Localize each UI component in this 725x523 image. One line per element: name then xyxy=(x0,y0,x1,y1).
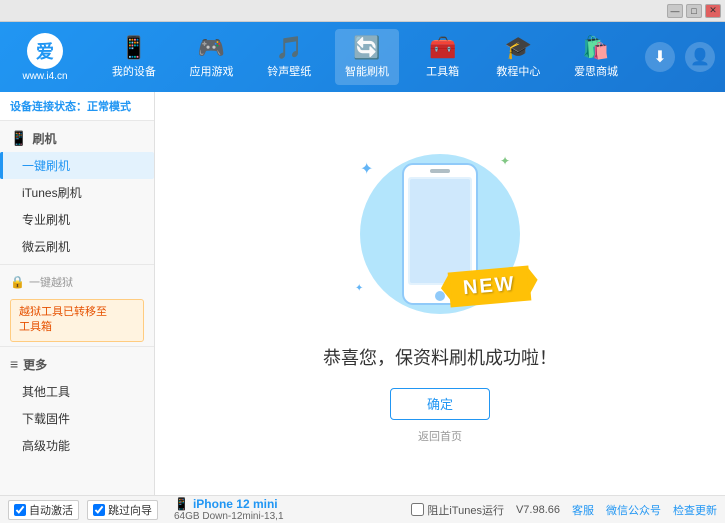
bottom-left: 自动激活 跳过向导 📱 iPhone 12 mini 64GB Down-12m… xyxy=(8,497,284,522)
window-controls: — □ ✕ xyxy=(667,4,721,18)
more-section-header: ≡ 更多 xyxy=(0,351,154,378)
nav-mall[interactable]: 🛍️ 爱思商城 xyxy=(564,29,628,85)
ringtones-label: 铃声壁纸 xyxy=(267,63,311,79)
confirm-button[interactable]: 确定 xyxy=(390,388,490,420)
main-content: ✦ ✦ ✦ NEW xyxy=(155,92,725,495)
sidebar: 设备连接状态：正常模式 📱 刷机 一键刷机 iTunes刷机 专业刷机 微云刷机 xyxy=(0,92,155,495)
device-status-bar: 设备连接状态：正常模式 xyxy=(0,92,154,121)
back-link[interactable]: 返回首页 xyxy=(418,428,462,444)
stop-itunes-checkbox[interactable] xyxy=(411,503,424,516)
status-value: 正常模式 xyxy=(87,101,131,113)
mall-label: 爱思商城 xyxy=(574,63,618,79)
maximize-button[interactable]: □ xyxy=(686,4,702,18)
sidebar-item-one-key-flash[interactable]: 一键刷机 xyxy=(0,152,154,179)
more-section-icon: ≡ xyxy=(10,356,18,372)
device-firmware: Down-12mini-13,1 xyxy=(202,511,283,522)
phone-illustration: ✦ ✦ ✦ NEW xyxy=(340,144,540,324)
device-phone-icon: 📱 xyxy=(174,497,189,511)
sidebar-item-itunes-flash[interactable]: iTunes刷机 xyxy=(0,179,154,206)
sidebar-item-download-firmware[interactable]: 下载固件 xyxy=(0,405,154,432)
auto-launch-input[interactable] xyxy=(14,504,26,516)
nav-tutorial[interactable]: 🎓 教程中心 xyxy=(486,29,550,85)
nav-bar: 📱 我的设备 🎮 应用游戏 🎵 铃声壁纸 🔄 智能刷机 🧰 工具箱 🎓 教程中心… xyxy=(95,29,635,85)
star-1: ✦ xyxy=(360,159,373,179)
sidebar-item-pro-flash[interactable]: 专业刷机 xyxy=(0,206,154,233)
my-device-label: 我的设备 xyxy=(112,63,156,79)
apps-games-label: 应用游戏 xyxy=(190,63,234,79)
check-update-link[interactable]: 检查更新 xyxy=(673,502,717,518)
mall-icon: 🛍️ xyxy=(582,35,609,61)
status-label: 设备连接状态： xyxy=(10,101,87,113)
sidebar-section-more: ≡ 更多 其他工具 下载固件 高级功能 xyxy=(0,351,154,459)
sidebar-item-wechat-flash[interactable]: 微云刷机 xyxy=(0,233,154,260)
device-details: 64GB Down-12mini-13,1 xyxy=(174,511,284,522)
lock-icon: 🔒 xyxy=(10,275,25,289)
my-device-icon: 📱 xyxy=(120,35,147,61)
more-section-title: 更多 xyxy=(23,356,47,373)
tutorial-label: 教程中心 xyxy=(496,63,540,79)
logo-area: 爱 www.i4.cn xyxy=(10,33,80,82)
sidebar-item-advanced[interactable]: 高级功能 xyxy=(0,432,154,459)
skip-wizard-checkbox[interactable]: 跳过向导 xyxy=(87,500,158,520)
star-2: ✦ xyxy=(500,154,510,168)
flash-section-icon: 📱 xyxy=(10,130,27,147)
stop-itunes-area: 阻止iTunes运行 xyxy=(411,502,504,518)
download-button[interactable]: ⬇ xyxy=(645,42,675,72)
toolbox-label: 工具箱 xyxy=(426,63,459,79)
bottom-right: 阻止iTunes运行 V7.98.66 客服 微信公众号 检查更新 xyxy=(411,502,717,518)
ribbon-text: NEW xyxy=(448,265,531,307)
nav-my-device[interactable]: 📱 我的设备 xyxy=(102,29,166,85)
jailbreak-section-title: 一键越狱 xyxy=(29,274,73,290)
divider-1 xyxy=(0,264,154,265)
device-name-text: iPhone 12 mini xyxy=(193,497,278,511)
nav-apps-games[interactable]: 🎮 应用游戏 xyxy=(180,29,244,85)
wechat-link[interactable]: 微信公众号 xyxy=(606,502,661,518)
divider-2 xyxy=(0,346,154,347)
close-button[interactable]: ✕ xyxy=(705,4,721,18)
tutorial-icon: 🎓 xyxy=(505,35,532,61)
toolbox-icon: 🧰 xyxy=(429,35,456,61)
jailbreak-warning: 越狱工具已转移至工具箱 xyxy=(10,299,144,342)
logo-url: www.i4.cn xyxy=(22,71,67,82)
nav-ringtones[interactable]: 🎵 铃声壁纸 xyxy=(257,29,321,85)
ringtones-icon: 🎵 xyxy=(276,35,303,61)
sidebar-section-flash: 📱 刷机 一键刷机 iTunes刷机 专业刷机 微云刷机 xyxy=(0,125,154,260)
sidebar-item-other-tools[interactable]: 其他工具 xyxy=(0,378,154,405)
smart-flash-icon: 🔄 xyxy=(353,35,380,61)
nav-smart-flash[interactable]: 🔄 智能刷机 xyxy=(335,29,399,85)
skip-wizard-input[interactable] xyxy=(93,504,105,516)
main-header: 爱 www.i4.cn 📱 我的设备 🎮 应用游戏 🎵 铃声壁纸 🔄 智能刷机 … xyxy=(0,22,725,92)
title-bar: — □ ✕ xyxy=(0,0,725,22)
flash-section-title: 刷机 xyxy=(32,130,56,147)
version-text: V7.98.66 xyxy=(516,504,560,516)
jailbreak-locked-header: 🔒 一键越狱 xyxy=(0,269,154,295)
new-ribbon: NEW xyxy=(449,269,530,304)
device-info: 📱 iPhone 12 mini 64GB Down-12mini-13,1 xyxy=(174,497,284,522)
support-link[interactable]: 客服 xyxy=(572,502,594,518)
stop-itunes-label: 阻止iTunes运行 xyxy=(427,502,504,518)
smart-flash-label: 智能刷机 xyxy=(345,63,389,79)
device-name-row: 📱 iPhone 12 mini xyxy=(174,497,284,511)
content-area: 设备连接状态：正常模式 📱 刷机 一键刷机 iTunes刷机 专业刷机 微云刷机 xyxy=(0,92,725,495)
user-button[interactable]: 👤 xyxy=(685,42,715,72)
apps-games-icon: 🎮 xyxy=(198,35,225,61)
bottom-bar: 自动激活 跳过向导 📱 iPhone 12 mini 64GB Down-12m… xyxy=(0,495,725,523)
nav-toolbox[interactable]: 🧰 工具箱 xyxy=(413,29,473,85)
auto-launch-checkbox[interactable]: 自动激活 xyxy=(8,500,79,520)
logo-icon: 爱 xyxy=(27,33,63,69)
success-title: 恭喜您，保资料刷机成功啦！ xyxy=(323,344,557,370)
auto-launch-label: 自动激活 xyxy=(29,502,73,518)
minimize-button[interactable]: — xyxy=(667,4,683,18)
nav-right-buttons: ⬇ 👤 xyxy=(645,42,715,72)
device-storage: 64GB xyxy=(174,511,200,522)
success-hero: ✦ ✦ ✦ NEW xyxy=(323,144,557,444)
flash-section-header: 📱 刷机 xyxy=(0,125,154,152)
star-3: ✦ xyxy=(355,283,363,294)
sidebar-section-jailbreak: 🔒 一键越狱 越狱工具已转移至工具箱 xyxy=(0,269,154,342)
skip-wizard-label: 跳过向导 xyxy=(108,502,152,518)
